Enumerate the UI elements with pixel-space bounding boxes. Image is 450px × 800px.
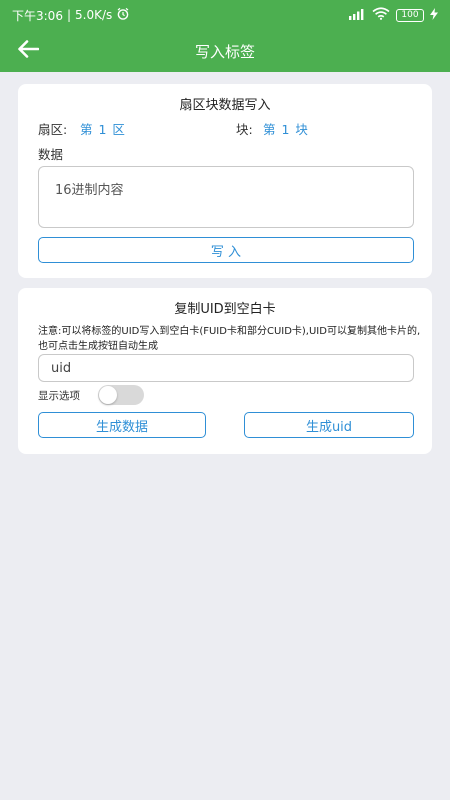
back-button[interactable] [14,38,42,64]
page-title: 写入标签 [194,42,255,61]
network-speed: 5.0K/s [75,8,113,22]
generate-data-button[interactable]: 生成数据 [38,412,206,438]
data-label: 数据 [38,147,64,162]
alarm-icon [116,7,130,24]
app-bar: 写入标签 [0,30,450,72]
toggle-knob [99,386,117,404]
copy-uid-note: 注意:可以将标签的UID写入到空白卡(FUID卡和部分CUID卡),UID可以复… [38,326,421,352]
wifi-icon [372,7,390,23]
battery-level: 100 [401,9,419,20]
show-options-toggle[interactable] [98,385,144,405]
block-write-title: 扇区块数据写入 [179,98,271,113]
status-time: 下午3:06 [12,8,63,23]
write-button[interactable]: 写 入 [38,237,414,263]
hex-data-input[interactable]: 16进制内容 [38,166,414,228]
charging-icon [430,7,438,23]
battery-icon: 100 [396,8,424,22]
status-bar: 下午3:06 | 5.0K/s 100 [0,0,450,30]
sector-selector[interactable]: 第 1 区 [80,119,126,138]
show-options-label: 显示选项 [38,390,80,402]
copy-uid-card: 复制UID到空白卡 注意:可以将标签的UID写入到空白卡(FUID卡和部分CUI… [18,288,432,454]
block-selector[interactable]: 第 1 块 [263,119,309,138]
hex-data-placeholder: 16进制内容 [55,183,124,198]
uid-placeholder: uid [51,360,72,376]
generate-uid-button[interactable]: 生成uid [244,412,414,438]
signal-icon [348,8,366,23]
block-write-card: 扇区块数据写入 扇区: 第 1 区 块: 第 1 块 数据 16进制内容 写 入 [18,84,432,278]
copy-uid-title: 复制UID到空白卡 [174,302,276,317]
block-label: 块: [236,122,253,137]
arrow-left-icon [17,40,40,62]
sector-label: 扇区: [38,122,68,137]
uid-input[interactable]: uid [38,354,414,382]
